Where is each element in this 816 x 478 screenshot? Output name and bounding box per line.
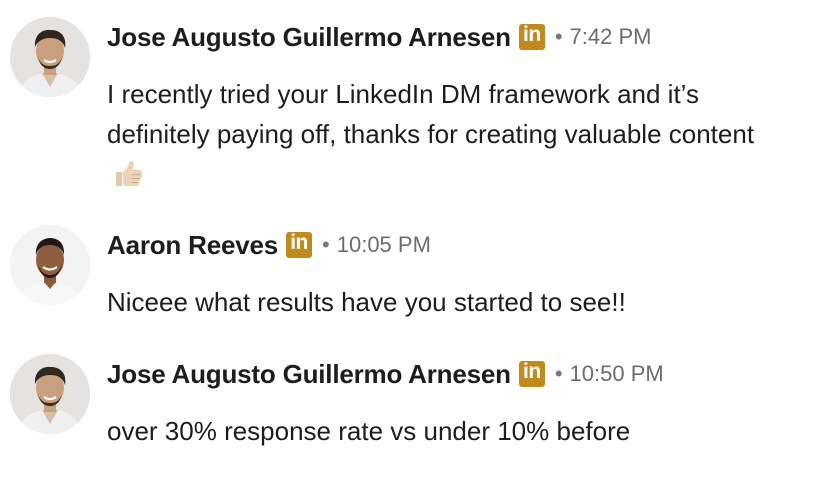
sender-name[interactable]: Jose Augusto Guillermo Arnesen bbox=[107, 22, 511, 53]
message-timestamp: 7:42 PM bbox=[569, 24, 652, 49]
message-header: Jose Augusto Guillermo Arnesen in • 10:5… bbox=[107, 354, 664, 394]
message-timestamp: 10:05 PM bbox=[336, 232, 431, 257]
separator-dot: • bbox=[554, 24, 563, 49]
message-item: Jose Augusto Guillermo Arnesen in • 7:42… bbox=[0, 0, 816, 200]
message-text: I recently tried your LinkedIn DM framew… bbox=[107, 79, 755, 149]
message-text: Niceee what results have you started to … bbox=[107, 287, 626, 317]
thumbs-up-icon bbox=[113, 158, 143, 186]
linkedin-icon[interactable]: in bbox=[518, 23, 545, 50]
message-header: Aaron Reeves in • 10:05 PM bbox=[107, 225, 431, 265]
message-body: Niceee what results have you started to … bbox=[107, 282, 797, 322]
sender-name[interactable]: Aaron Reeves bbox=[107, 230, 278, 261]
message-item: Aaron Reeves in • 10:05 PM Niceee what r… bbox=[0, 200, 816, 340]
message-body: over 30% response rate vs under 10% befo… bbox=[107, 411, 797, 451]
avatar[interactable] bbox=[10, 225, 90, 305]
separator-dot: • bbox=[554, 361, 563, 386]
sender-name[interactable]: Jose Augusto Guillermo Arnesen bbox=[107, 359, 511, 390]
separator-dot: • bbox=[322, 232, 330, 257]
linkedin-icon[interactable]: in bbox=[286, 231, 313, 258]
avatar[interactable] bbox=[10, 17, 90, 97]
avatar[interactable] bbox=[10, 354, 90, 434]
message-text: over 30% response rate vs under 10% befo… bbox=[107, 416, 631, 446]
linkedin-icon[interactable]: in bbox=[518, 360, 545, 387]
message-header: Jose Augusto Guillermo Arnesen in • 7:42… bbox=[107, 17, 651, 57]
message-timestamp: 10:50 PM bbox=[569, 361, 664, 386]
message-body: I recently tried your LinkedIn DM framew… bbox=[107, 74, 797, 194]
message-item: Jose Augusto Guillermo Arnesen in • 10:5… bbox=[0, 340, 816, 478]
